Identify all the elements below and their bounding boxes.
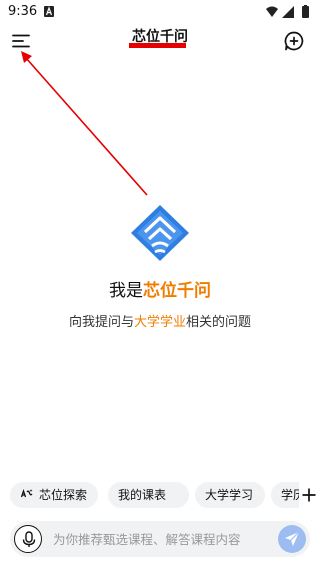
status-bar: 9:36 [0, 0, 320, 24]
chip-label: 芯位探索 [39, 488, 88, 502]
chip-college-study[interactable]: 大学学习 [195, 482, 265, 508]
battery-icon [302, 5, 309, 18]
new-chat-plus-bubble-icon [284, 31, 304, 51]
hero-title-prefix: 我是 [109, 281, 143, 301]
microphone-icon [22, 531, 36, 547]
sparkle-ai-icon [20, 488, 33, 498]
send-button[interactable] [278, 525, 306, 553]
app-header: 芯位千问 [0, 24, 320, 60]
hero-title: 我是芯位千问 [0, 276, 320, 301]
redaction-bar [129, 43, 186, 48]
chat-input[interactable] [53, 521, 275, 557]
xinwei-logo-icon [131, 205, 189, 261]
plus-icon [302, 488, 316, 502]
status-system-icons [266, 5, 309, 18]
more-chips-button[interactable] [299, 482, 320, 508]
voice-input-button[interactable] [14, 525, 42, 553]
hero-subtitle-prefix: 向我提问与 [68, 315, 134, 330]
send-paper-plane-icon [285, 531, 300, 546]
hero-subtitle: 向我提问与大学学业相关的问题 [0, 311, 320, 330]
signal-icon [282, 6, 294, 18]
suggestion-chips: 芯位探索 我的课表 大学学习 学历 [10, 482, 320, 508]
new-chat-button[interactable] [283, 30, 305, 52]
chip-xinwei-explore[interactable]: 芯位探索 [10, 482, 98, 508]
chip-label: 大学学习 [205, 488, 254, 502]
accessibility-notification-icon [44, 6, 54, 17]
hero-subtitle-accent: 大学学业 [133, 315, 186, 330]
status-time: 9:36 [8, 4, 38, 19]
chip-label: 我的课表 [118, 488, 167, 502]
chat-input-bar [10, 521, 310, 557]
hero-subtitle-suffix: 相关的问题 [186, 315, 252, 330]
chip-my-schedule[interactable]: 我的课表 [108, 482, 189, 508]
wifi-icon [266, 6, 278, 17]
hero-title-accent: 芯位千问 [143, 281, 211, 301]
